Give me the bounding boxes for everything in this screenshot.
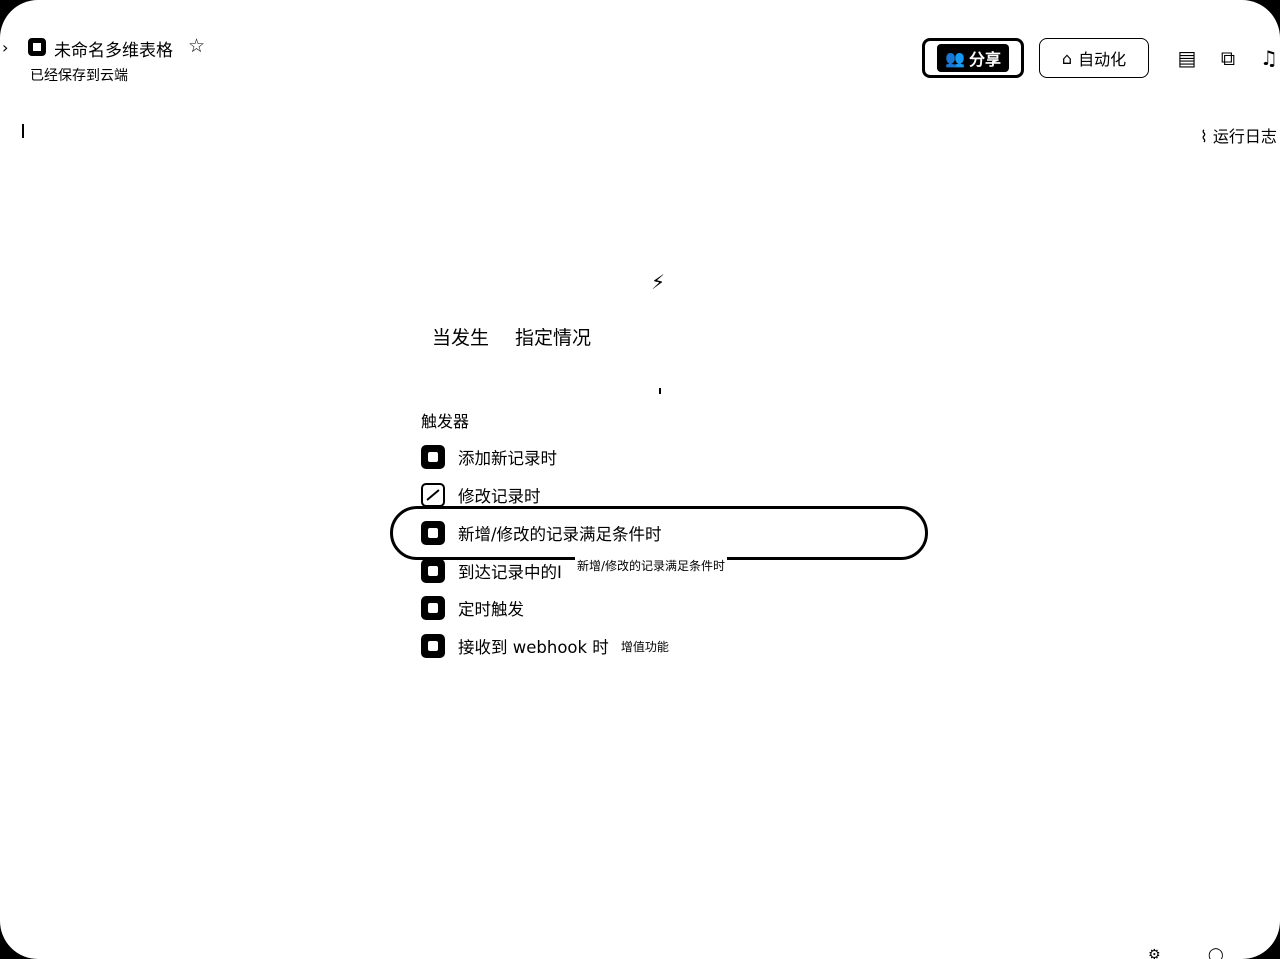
run-log-label: 运行日志 (1212, 127, 1277, 146)
trigger-item-scheduled[interactable]: 定时触发 (421, 594, 524, 622)
highlight-ring (390, 506, 928, 560)
puzzle-icon[interactable]: ⧉ (1216, 46, 1240, 70)
edit-icon (421, 483, 445, 507)
tab-when-happens[interactable]: 当发生 (432, 323, 489, 350)
share-button[interactable]: 👥 分享 (922, 38, 1024, 78)
calendar-icon (421, 559, 445, 583)
automation-panel: › 未命名多维表格 ☆ 已经保存到云端 👥 分享 ⌂ 自动化 ▤ ⧉ ♫ ⌇ 运… (0, 0, 1280, 959)
divider (659, 388, 661, 394)
trigger-section-title: 触发器 (421, 412, 470, 431)
footer-icon[interactable]: ⚙ (1148, 947, 1161, 959)
robot-icon: ⌂ (1061, 48, 1073, 68)
trigger-item-webhook[interactable]: 接收到 webhook 时 增值功能 (421, 632, 669, 660)
lightning-icon: ⚡ (651, 270, 666, 294)
people-icon: 👥 (945, 48, 965, 68)
trend-icon: ⌇ (1200, 127, 1208, 146)
help-icon[interactable]: ◯ (1208, 947, 1224, 959)
trigger-label: 定时触发 (458, 600, 524, 619)
tab-specified-condition[interactable]: 指定情况 (515, 323, 591, 350)
bell-icon[interactable]: ♫ (1257, 46, 1280, 70)
table-app-icon (28, 38, 46, 56)
app-title[interactable]: 未命名多维表格 (54, 36, 173, 61)
document-icon[interactable]: ▤ (1175, 46, 1199, 70)
trigger-label: 修改记录时 (458, 487, 541, 506)
save-status: 已经保存到云端 (30, 68, 128, 84)
webhook-icon (421, 634, 445, 658)
automation-button[interactable]: ⌂ 自动化 (1039, 38, 1149, 78)
sidebar-handle[interactable] (22, 124, 24, 138)
trigger-label: 添加新记录时 (458, 449, 557, 468)
clock-icon (421, 596, 445, 620)
trigger-item-record-date-reached[interactable]: 到达记录中的I (421, 557, 562, 585)
star-icon[interactable]: ☆ (188, 35, 205, 57)
trigger-label: 接收到 webhook 时 (458, 638, 609, 657)
run-log-link[interactable]: ⌇ 运行日志 (1200, 123, 1277, 147)
share-label: 分享 (968, 50, 1001, 69)
automation-label: 自动化 (1078, 50, 1127, 69)
add-record-icon (421, 445, 445, 469)
trigger-item-modify-record[interactable]: 修改记录时 (421, 481, 541, 509)
premium-badge: 增值功能 (620, 639, 669, 654)
tooltip: 新增/修改的记录满足条件时 (575, 557, 728, 574)
trigger-item-add-record[interactable]: 添加新记录时 (421, 443, 557, 471)
trigger-label: 到达记录中的I (458, 563, 562, 582)
chevron-right-icon[interactable]: › (2, 38, 8, 57)
